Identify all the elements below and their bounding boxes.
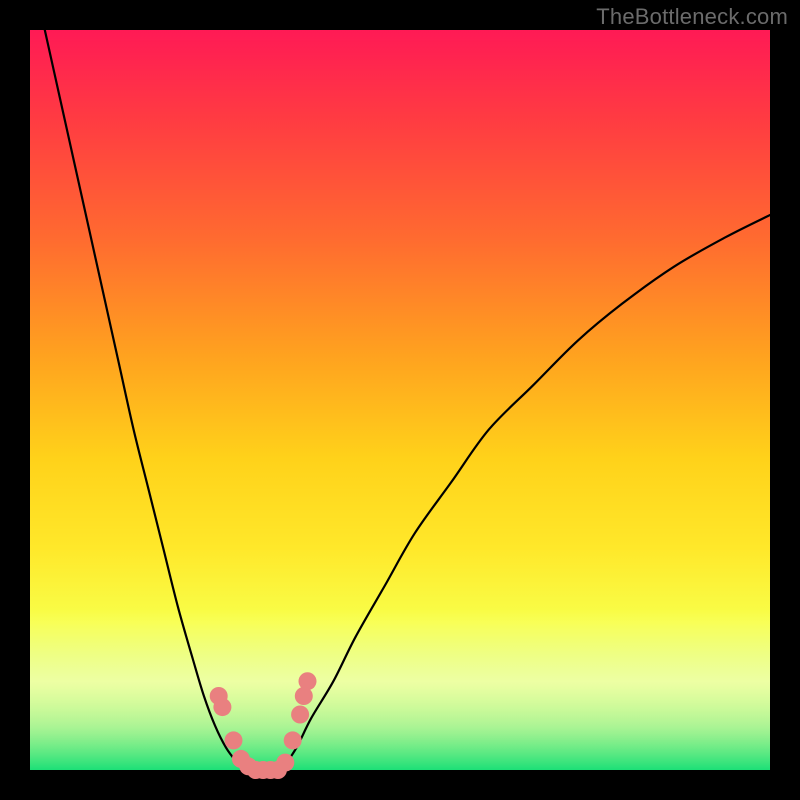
right-curve xyxy=(282,215,770,770)
left-curve xyxy=(45,30,245,770)
dots-right-point xyxy=(299,672,317,690)
dot-layer xyxy=(210,672,317,779)
dots-right-point xyxy=(291,706,309,724)
curves-svg xyxy=(30,30,770,770)
dots-left-point xyxy=(225,731,243,749)
curve-layer xyxy=(45,30,770,770)
watermark-text: TheBottleneck.com xyxy=(596,4,788,30)
dots-right-point xyxy=(284,731,302,749)
dots-left-point xyxy=(213,698,231,716)
dots-floor-point xyxy=(269,761,287,779)
plot-area xyxy=(30,30,770,770)
chart-frame: TheBottleneck.com xyxy=(0,0,800,800)
